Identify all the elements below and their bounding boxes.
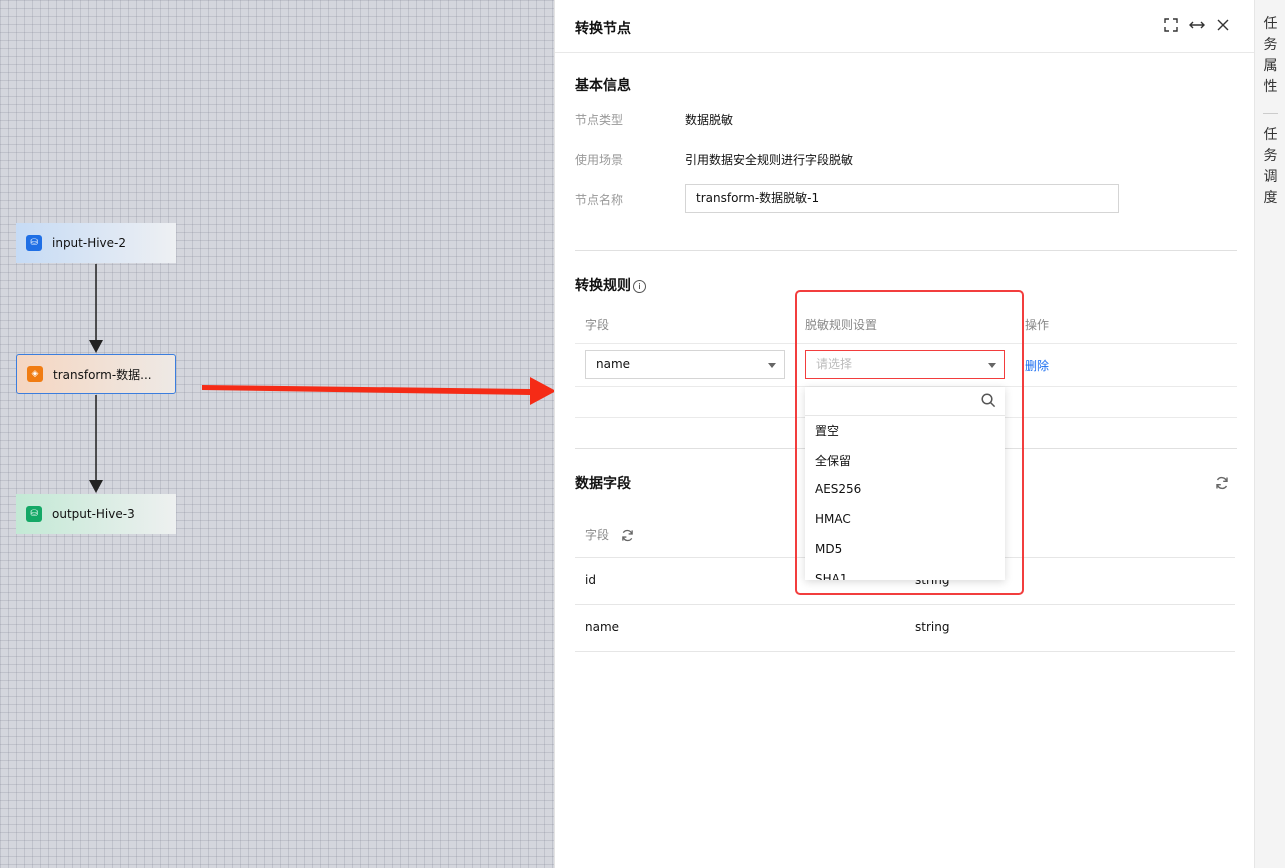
data-type-cell: string — [915, 620, 950, 634]
close-icon[interactable] — [1215, 16, 1231, 34]
node-label: transform-数据... — [53, 367, 152, 382]
info-icon[interactable]: i — [633, 280, 646, 293]
shield-icon: ◈ — [27, 366, 43, 382]
refresh-icon[interactable] — [621, 529, 634, 545]
data-col-field: 字段 — [585, 526, 634, 545]
panel-header: 转换节点 — [555, 0, 1255, 53]
scene-value: 引用数据安全规则进行字段脱敏 — [685, 153, 854, 167]
right-sidebar: 任务属性 任务调度 — [1254, 0, 1285, 868]
node-transform[interactable]: ◈ transform-数据... — [16, 354, 176, 394]
tab-task-properties[interactable]: 任务属性 — [1255, 14, 1285, 98]
data-fields-title: 数据字段 — [575, 476, 631, 492]
fullscreen-icon[interactable] — [1163, 16, 1179, 34]
node-label: output-Hive-3 — [52, 507, 135, 521]
divider — [575, 250, 1237, 251]
rules-title: 转换规则 i — [575, 275, 646, 295]
node-type-value: 数据脱敏 — [685, 113, 734, 127]
hive-icon: ⛁ — [26, 506, 42, 522]
hive-icon: ⛁ — [26, 235, 42, 251]
data-col-field-text: 字段 — [585, 528, 610, 542]
node-name-input[interactable]: transform-数据脱敏-1 — [685, 184, 1119, 213]
caret-down-icon — [768, 363, 776, 368]
node-type-label: 节点类型 — [575, 113, 624, 127]
node-label: input-Hive-2 — [52, 236, 127, 250]
workflow-edges — [89, 264, 103, 493]
basic-info-title: 基本信息 — [575, 78, 631, 94]
panel-title: 转换节点 — [575, 21, 631, 37]
rules-title-text: 转换规则 — [575, 278, 631, 294]
data-row-divider — [575, 651, 1235, 652]
node-name-label: 节点名称 — [575, 193, 624, 207]
data-field-cell: name — [585, 620, 620, 634]
resize-horizontal-icon[interactable] — [1189, 16, 1205, 34]
node-output-hive-3[interactable]: ⛁ output-Hive-3 — [16, 494, 176, 534]
transform-node-panel: 转换节点 基本信息 节点类型 数据脱敏 使用场景 引用数据安全规则进行字段脱敏 … — [554, 0, 1255, 868]
rules-col-action: 操作 — [1025, 318, 1050, 332]
workflow-canvas[interactable]: ⛁ input-Hive-2 ◈ transform-数据... ⛁ outpu… — [0, 0, 554, 868]
node-input-hive-2[interactable]: ⛁ input-Hive-2 — [16, 223, 176, 263]
highlight-box — [795, 290, 1024, 595]
data-field-cell: id — [585, 573, 596, 587]
rules-col-field: 字段 — [585, 318, 610, 332]
sidebar-divider — [1263, 113, 1278, 114]
refresh-icon[interactable] — [1215, 476, 1229, 493]
field-select-value: name — [596, 357, 631, 371]
tab-task-schedule-label: 任务调度 — [1263, 127, 1278, 206]
data-row-divider — [575, 604, 1235, 605]
field-select[interactable]: name — [585, 350, 785, 379]
tab-task-schedule[interactable]: 任务调度 — [1255, 125, 1285, 209]
delete-link[interactable]: 删除 — [1025, 357, 1049, 374]
scene-label: 使用场景 — [575, 153, 624, 167]
tab-task-properties-label: 任务属性 — [1263, 16, 1278, 95]
